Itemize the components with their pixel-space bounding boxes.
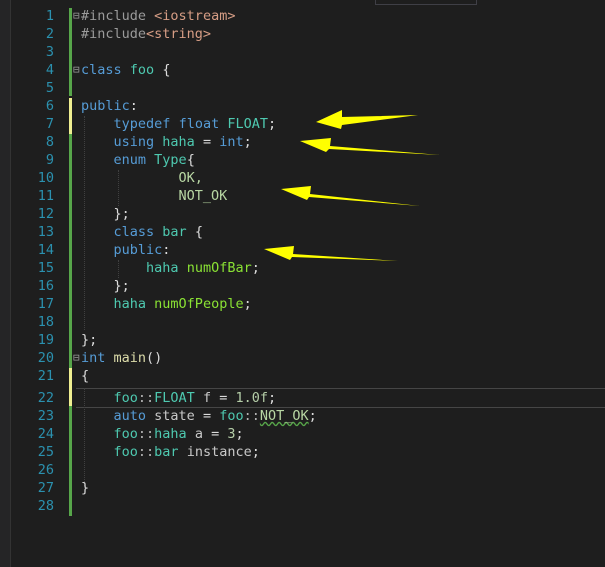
arrow-annotation-using: [300, 138, 440, 155]
arrow-annotation-typedef: [316, 110, 418, 129]
arrow-annotation-class: [264, 246, 398, 261]
arrow-annotation-enum: [281, 186, 420, 206]
annotation-arrows: [264, 110, 440, 261]
